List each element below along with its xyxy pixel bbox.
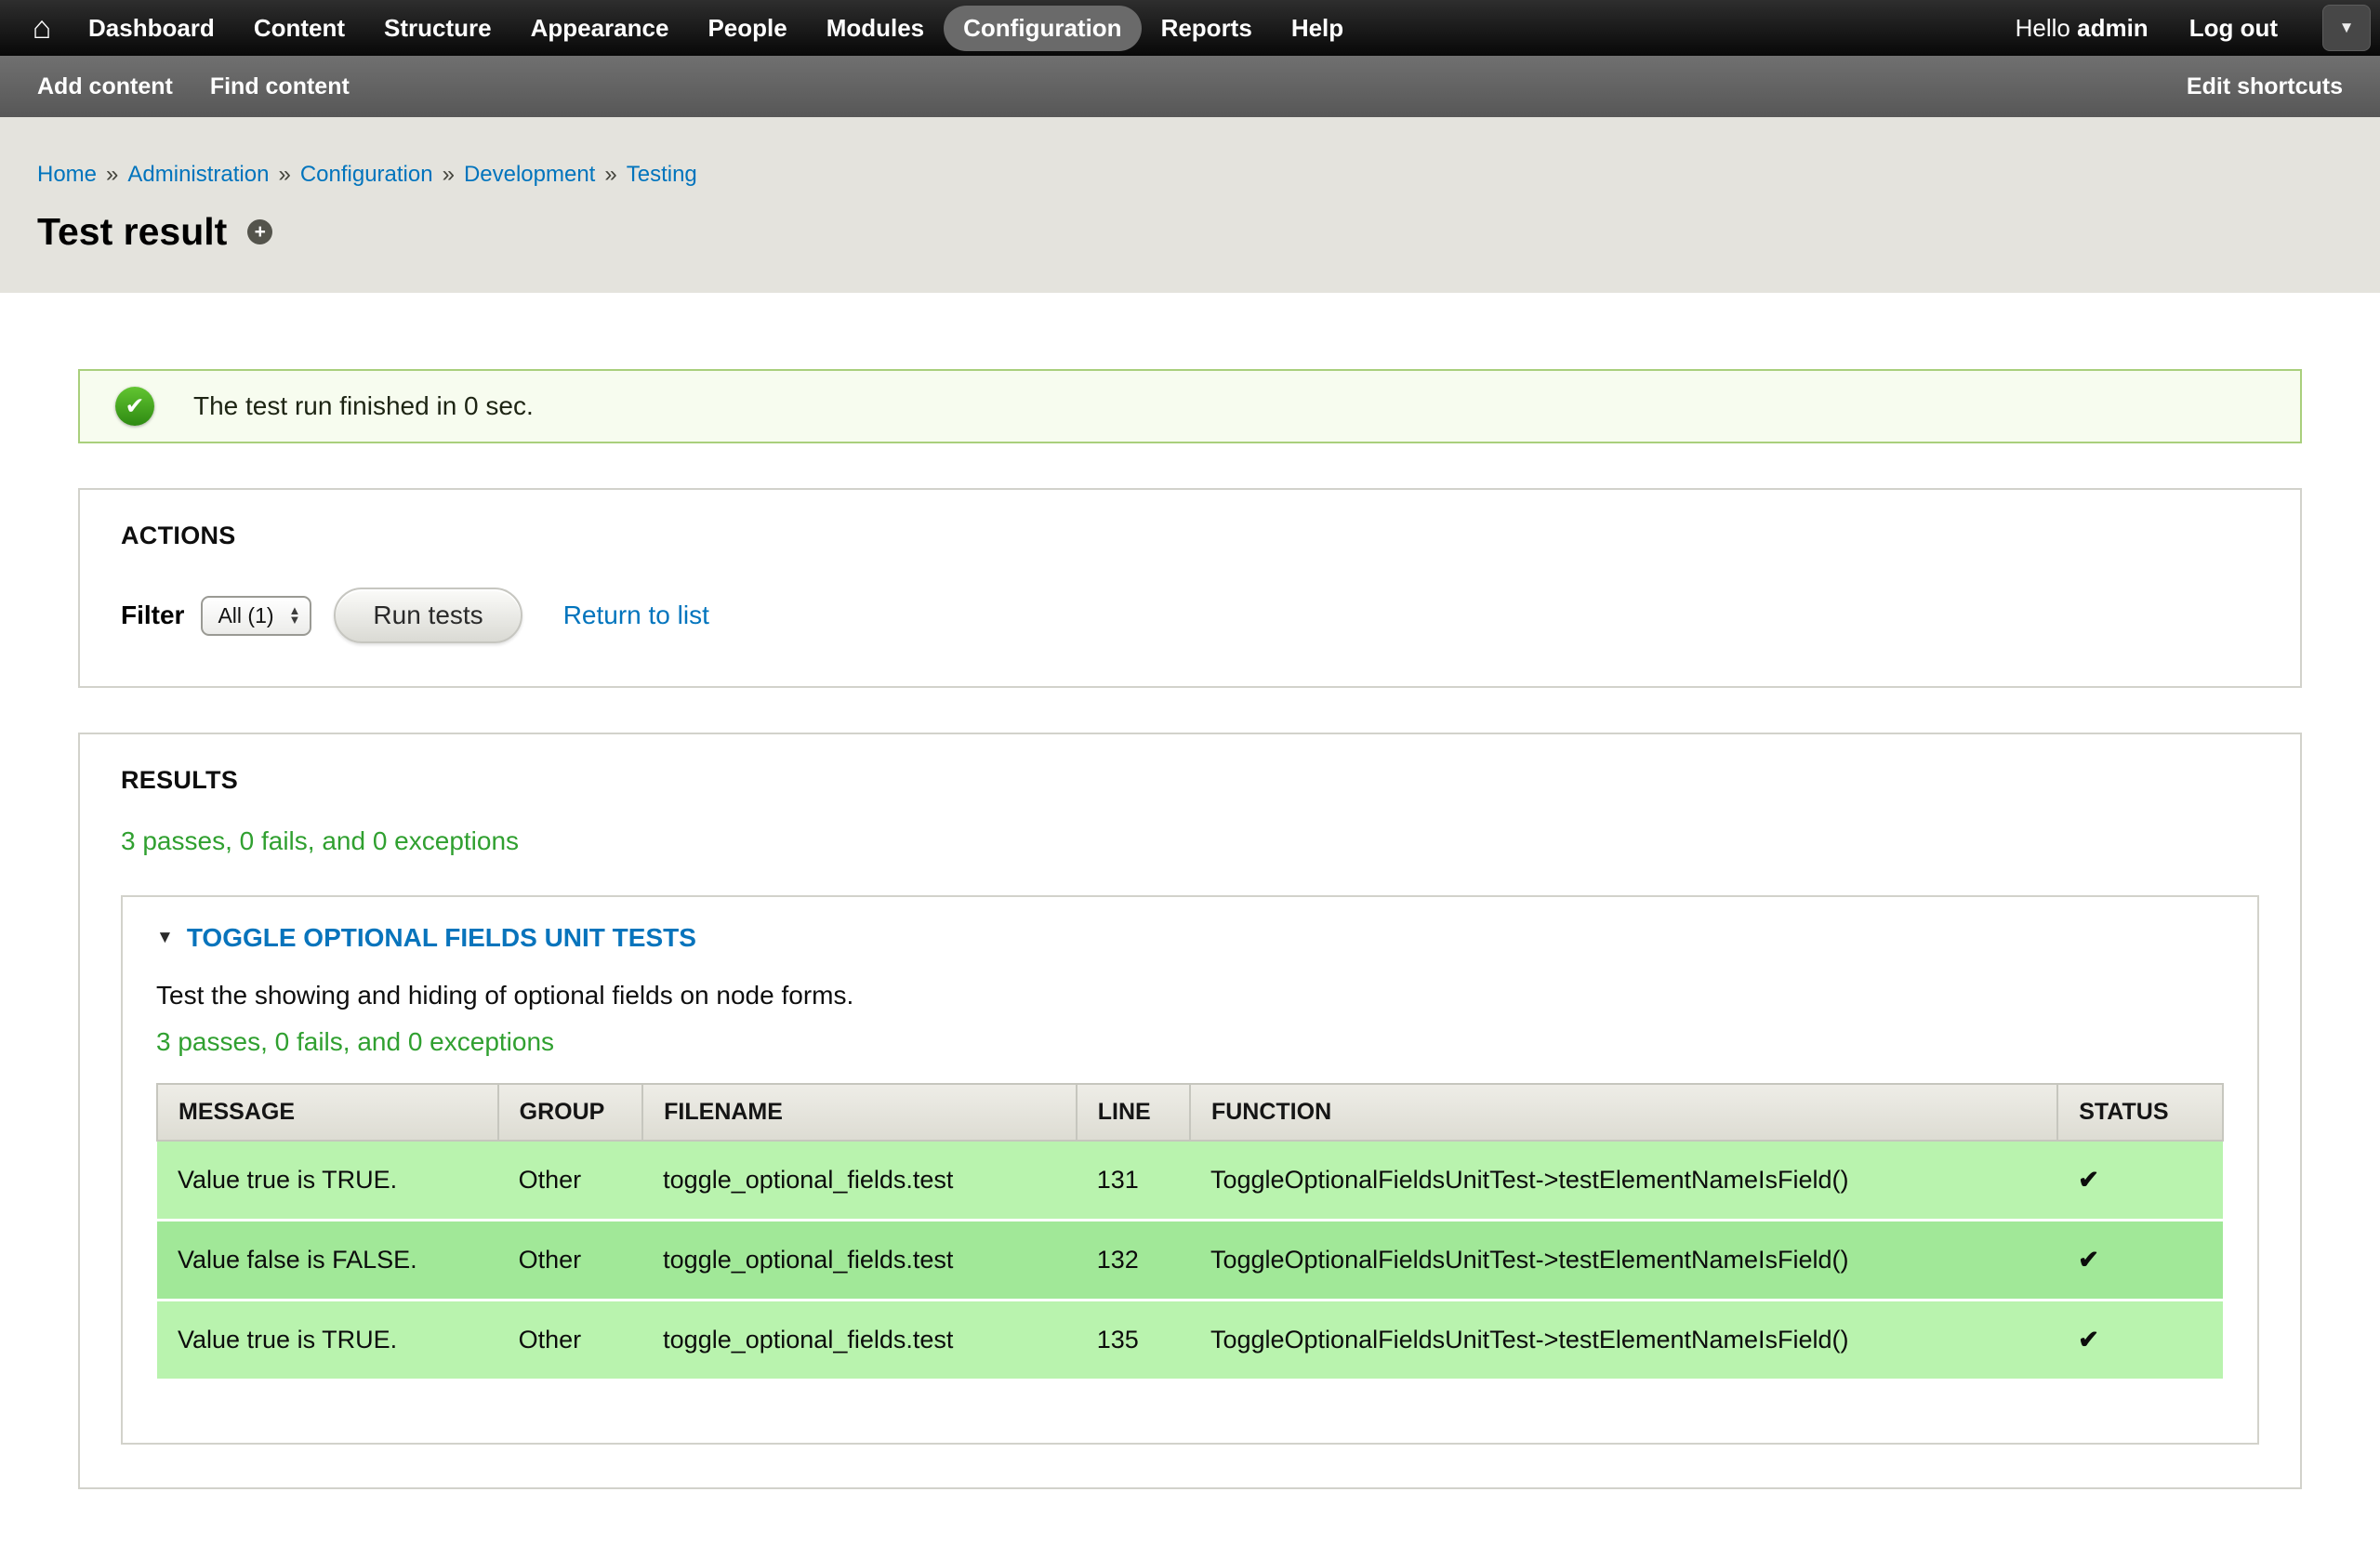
username: admin <box>2077 14 2149 42</box>
table-header-row: MESSAGE GROUP FILENAME LINE FUNCTION STA… <box>157 1084 2223 1141</box>
cell-group: Other <box>498 1141 643 1221</box>
pass-check-icon: ✔ <box>2057 1301 2223 1380</box>
toolbar-item-content[interactable]: Content <box>234 6 364 51</box>
collapse-triangle-icon: ▼ <box>156 928 174 948</box>
admin-toolbar: ⌂ Dashboard Content Structure Appearance… <box>0 0 2380 56</box>
cell-line: 132 <box>1077 1221 1190 1301</box>
user-greeting: Hello admin <box>2016 14 2149 43</box>
status-check-icon: ✔ <box>115 387 154 426</box>
results-panel: RESULTS 3 passes, 0 fails, and 0 excepti… <box>78 733 2302 1489</box>
cell-filename: toggle_optional_fields.test <box>642 1141 1077 1221</box>
cell-group: Other <box>498 1221 643 1301</box>
toolbar-orientation-toggle[interactable]: ▼ <box>2322 5 2371 51</box>
cell-function: ToggleOptionalFieldsUnitTest->testElemen… <box>1190 1301 2057 1380</box>
col-header-message: MESSAGE <box>157 1084 498 1141</box>
toolbar-item-reports[interactable]: Reports <box>1142 6 1272 51</box>
actions-row: Filter All (1) ▲ ▼ Run tests Return to l… <box>121 588 2259 643</box>
shortcut-find-content[interactable]: Find content <box>210 73 350 100</box>
status-message-text: The test run finished in 0 sec. <box>193 391 534 421</box>
main-content: ✔ The test run finished in 0 sec. ACTION… <box>0 369 2380 1545</box>
results-table: MESSAGE GROUP FILENAME LINE FUNCTION STA… <box>156 1083 2224 1381</box>
table-row: Value false is FALSE. Other toggle_optio… <box>157 1221 2223 1301</box>
breadcrumb-home[interactable]: Home <box>37 162 97 187</box>
toolbar-item-modules[interactable]: Modules <box>807 6 944 51</box>
pass-check-icon: ✔ <box>2057 1221 2223 1301</box>
actions-panel: ACTIONS Filter All (1) ▲ ▼ Run tests Ret… <box>78 488 2302 688</box>
return-to-list-link[interactable]: Return to list <box>563 601 709 630</box>
breadcrumb-administration[interactable]: Administration <box>127 162 269 187</box>
cell-filename: toggle_optional_fields.test <box>642 1221 1077 1301</box>
cell-line: 131 <box>1077 1141 1190 1221</box>
toolbar-item-structure[interactable]: Structure <box>364 6 511 51</box>
col-header-status: STATUS <box>2057 1084 2223 1141</box>
table-row: Value true is TRUE. Other toggle_optiona… <box>157 1141 2223 1221</box>
breadcrumb-separator: » <box>278 162 290 187</box>
toolbar-menu: Dashboard Content Structure Appearance P… <box>69 0 1363 56</box>
status-message: ✔ The test run finished in 0 sec. <box>78 369 2302 443</box>
table-row: Value true is TRUE. Other toggle_optiona… <box>157 1301 2223 1380</box>
col-header-function: FUNCTION <box>1190 1084 2057 1141</box>
pass-check-icon: ✔ <box>2057 1141 2223 1221</box>
breadcrumb-development[interactable]: Development <box>464 162 595 187</box>
cell-function: ToggleOptionalFieldsUnitTest->testElemen… <box>1190 1141 2057 1221</box>
col-header-filename: FILENAME <box>642 1084 1077 1141</box>
shortcut-add-content[interactable]: Add content <box>37 73 173 100</box>
edit-shortcuts-link[interactable]: Edit shortcuts <box>2187 73 2343 100</box>
breadcrumb-separator: » <box>106 162 118 187</box>
toolbar-item-appearance[interactable]: Appearance <box>511 6 689 51</box>
cell-message: Value true is TRUE. <box>157 1141 498 1221</box>
col-header-line: LINE <box>1077 1084 1190 1141</box>
select-stepper-icon: ▲ ▼ <box>289 606 301 626</box>
run-tests-button[interactable]: Run tests <box>334 588 522 643</box>
breadcrumb-testing[interactable]: Testing <box>627 162 697 187</box>
toolbar-item-dashboard[interactable]: Dashboard <box>69 6 234 51</box>
page-header: Home » Administration » Configuration » Develo… <box>0 117 2380 293</box>
logout-link[interactable]: Log out <box>2189 14 2278 43</box>
toolbar-item-configuration[interactable]: Configuration <box>944 6 1141 51</box>
test-group-title[interactable]: ▼ TOGGLE OPTIONAL FIELDS UNIT TESTS <box>156 923 2224 953</box>
cell-filename: toggle_optional_fields.test <box>642 1301 1077 1380</box>
test-group-summary: 3 passes, 0 fails, and 0 exceptions <box>156 1027 2224 1057</box>
home-icon[interactable]: ⌂ <box>15 10 69 46</box>
toolbar-item-help[interactable]: Help <box>1272 6 1363 51</box>
breadcrumb: Home » Administration » Configuration » Develo… <box>37 162 2343 188</box>
results-summary: 3 passes, 0 fails, and 0 exceptions <box>121 826 2259 856</box>
breadcrumb-configuration[interactable]: Configuration <box>300 162 433 187</box>
test-group-description: Test the showing and hiding of optional … <box>156 981 2224 1010</box>
cell-function: ToggleOptionalFieldsUnitTest->testElemen… <box>1190 1221 2057 1301</box>
cell-line: 135 <box>1077 1301 1190 1380</box>
filter-select[interactable]: All (1) ▲ ▼ <box>201 596 311 636</box>
breadcrumb-separator: » <box>604 162 616 187</box>
test-group-fieldset: ▼ TOGGLE OPTIONAL FIELDS UNIT TESTS Test… <box>121 895 2259 1445</box>
chevron-down-icon: ▼ <box>2339 19 2355 37</box>
cell-message: Value false is FALSE. <box>157 1221 498 1301</box>
col-header-group: GROUP <box>498 1084 643 1141</box>
page-title: Test result <box>37 210 227 254</box>
results-legend: RESULTS <box>121 766 2259 795</box>
cell-group: Other <box>498 1301 643 1380</box>
title-row: Test result + <box>37 210 2343 254</box>
filter-label: Filter <box>121 601 184 630</box>
shortcut-bar: Add content Find content Edit shortcuts <box>0 56 2380 117</box>
cell-message: Value true is TRUE. <box>157 1301 498 1380</box>
add-shortcut-icon[interactable]: + <box>247 219 272 244</box>
toolbar-item-people[interactable]: People <box>688 6 806 51</box>
actions-legend: ACTIONS <box>121 522 2259 550</box>
breadcrumb-separator: » <box>443 162 455 187</box>
filter-select-value: All (1) <box>218 603 273 628</box>
